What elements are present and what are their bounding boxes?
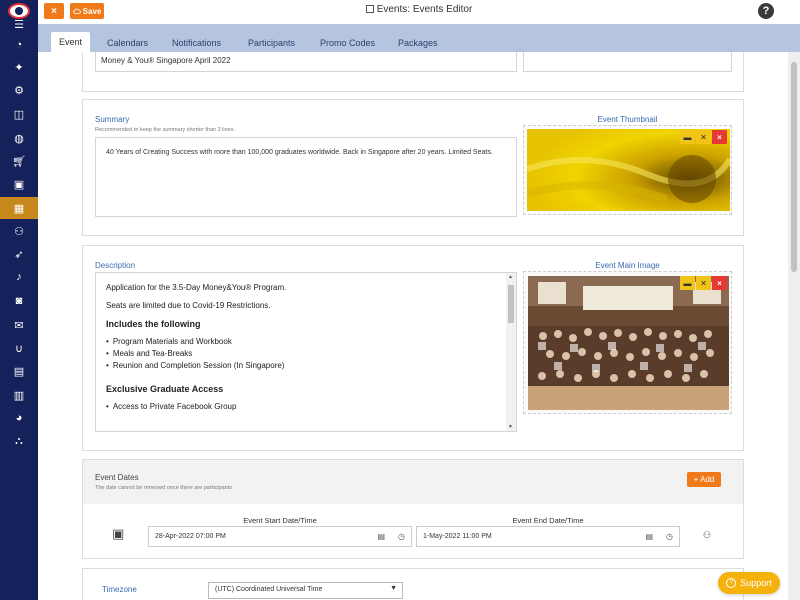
scroll-thumb[interactable] [508,285,514,323]
clipboard-icon[interactable]: ▤ [0,361,38,381]
sitemap-icon[interactable]: ⛬ [0,431,38,451]
main-image-tools: ▬ ✕ × [680,276,727,290]
start-date-label: Event Start Date/Time [243,516,317,525]
clock-icon[interactable]: ◷ [398,532,405,541]
tab-event[interactable]: Event [51,32,91,52]
main-image-label: Event Main Image [595,261,660,270]
support-label: Support [740,578,772,588]
end-date-label: Event End Date/Time [512,516,584,525]
desc-paragraph: Application for the 3.5-Day Money&You® P… [106,283,287,292]
desc-paragraph: Seats are limited due to Covid-19 Restri… [106,301,271,310]
users-icon[interactable]: ⚇ [0,221,38,241]
event-name-panel: Money & You® Singapore April 2022 [82,52,744,92]
magnet-icon[interactable]: ∪ [0,338,38,358]
end-date-input[interactable]: 1-May-2022 11:00 PM ▤ ◷ [416,526,680,547]
summary-panel: Summary Recommended to keep the summary … [82,99,744,236]
desc-list: Program Materials and Workbook Meals and… [106,337,506,370]
thumbnail-frame: ▬ ✕ × [523,125,732,215]
participants-icon[interactable]: ⚇ [703,530,711,541]
crop-icon[interactable]: ✕ [696,130,711,144]
list-item: Program Materials and Workbook [106,337,506,346]
window-header: × Save Events: Events Editor ? [38,0,800,24]
help-button[interactable]: ? [758,3,774,19]
desc-heading: Includes the following [106,319,201,329]
import-icon[interactable]: ◫ [0,104,38,124]
add-date-button[interactable]: + Add [687,472,721,487]
thumbnail-label: Event Thumbnail [597,115,658,124]
tools-icon[interactable]: ✦ [0,57,38,77]
tab-packages[interactable]: Packages [390,33,446,52]
scroll-down-icon[interactable]: ▼ [508,424,513,430]
event-name-input[interactable]: Money & You® Singapore April 2022 [95,52,517,72]
archive-icon[interactable]: ▥ [0,385,38,405]
sidebar: ☰ ◔ ✦ ⚙ ◫ ◍ 🛒︎ ▣ ▦ ⚇ ➶ ♪ ◙ ✉ ∪ ▤ ▥ ◕ ⛬ [0,0,38,600]
image-icon[interactable]: ▬ [680,276,695,290]
support-button[interactable]: ? Support [718,572,780,594]
timezone-select[interactable]: (UTC) Coordinated Universal Time ▼ [208,582,403,599]
delete-icon[interactable]: × [712,276,727,290]
crop-icon[interactable]: ✕ [696,276,711,290]
list-item: Meals and Tea-Breaks [106,349,506,358]
list-item: Access to Private Facebook Group [106,402,506,411]
rocket-icon[interactable]: ➶ [0,244,38,264]
event-dates-hint: The date cannot be removed once there ar… [95,485,232,491]
mail-icon[interactable]: ✉ [0,315,38,335]
calendar-picker-icon[interactable]: ▤ [377,532,385,541]
tab-participants[interactable]: Participants [240,33,303,52]
microphone-icon[interactable]: ♪ [0,267,38,287]
thumbnail-tools: ▬ ✕ × [680,130,727,144]
clock-icon[interactable]: ◷ [666,532,673,541]
description-editor[interactable]: Application for the 3.5-Day Money&You® P… [95,272,517,432]
tab-bar: Event Calendars Notifications Participan… [38,24,800,52]
event-dates-header [83,460,743,504]
summary-input[interactable]: 40 Years of Creating Success with more t… [95,137,517,217]
delete-icon[interactable]: × [712,130,727,144]
scroll-thumb[interactable] [791,62,797,272]
timezone-label: Timezone [102,585,137,594]
main-image-frame: ▬ ✕ × [523,271,732,414]
event-dates-label: Event Dates [95,473,139,482]
gear-icon[interactable]: ⚙ [0,80,38,100]
calendar-icon: ▣ [112,526,125,541]
start-date-input[interactable]: 28-Apr-2022 07:00 PM ▤ ◷ [148,526,412,547]
event-side-field[interactable] [523,52,732,72]
summary-label: Summary [95,115,130,124]
chevron-down-icon: ▼ [390,585,397,592]
globe-icon[interactable]: ◍ [0,128,38,148]
description-scrollbar[interactable]: ▲ ▼ [506,273,516,431]
main-image [528,276,729,410]
description-content: Application for the 3.5-Day Money&You® P… [106,283,506,419]
contact-icon[interactable]: ◙ [0,291,38,311]
timezone-panel: Timezone (UTC) Coordinated Universal Tim… [82,568,744,600]
event-dates-panel: Event Dates The date cannot be removed o… [82,459,744,559]
desc-list: Access to Private Facebook Group [106,402,506,411]
description-label: Description [95,261,136,270]
tab-calendars[interactable]: Calendars [99,33,156,52]
tab-promo-codes[interactable]: Promo Codes [312,33,383,52]
tab-notifications[interactable]: Notifications [164,33,229,52]
dashboard-icon[interactable]: ◔ [0,35,38,55]
desc-heading: Exclusive Graduate Access [106,384,224,394]
calendar-icon[interactable]: ▦ [0,197,38,219]
cart-icon[interactable]: 🛒︎ [0,151,38,171]
image-icon[interactable]: ▬ [680,130,695,144]
help-circle-icon: ? [726,578,737,588]
window-title: Events: Events Editor [38,4,800,15]
scroll-up-icon[interactable]: ▲ [508,274,513,280]
description-panel: Description Application for the 3.5-Day … [82,245,744,451]
palette-icon[interactable]: ◕ [0,408,38,428]
menu-icon[interactable]: ☰ [0,14,38,34]
editor-content: Money & You® Singapore April 2022 Summar… [38,52,788,600]
summary-hint: Recommended to keep the summary shorter … [95,127,236,133]
calendar-picker-icon[interactable]: ▤ [645,532,653,541]
list-item: Reunion and Completion Session (In Singa… [106,361,506,370]
page-scrollbar[interactable] [788,52,800,600]
calendar-icon [365,5,374,13]
bag-icon[interactable]: ▣ [0,174,38,194]
